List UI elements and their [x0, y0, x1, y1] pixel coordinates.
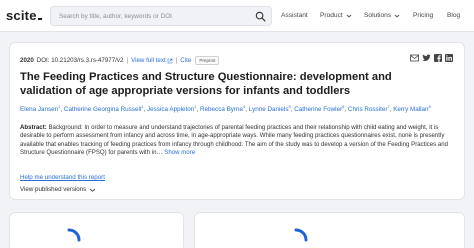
author-link[interactable]: Chris Rossiter7: [347, 104, 390, 114]
mail-icon[interactable]: [410, 54, 419, 62]
cite-link[interactable]: Cite: [180, 57, 191, 64]
external-link-icon: [167, 58, 172, 63]
article-title[interactable]: The Feeding Practices and Structure Ques…: [20, 70, 440, 98]
linkedin-icon[interactable]: [445, 54, 453, 62]
show-more-link[interactable]: Show more: [164, 149, 195, 156]
view-full-text-link[interactable]: View full text: [131, 57, 166, 64]
nav-assistant[interactable]: Assistant: [281, 12, 308, 19]
logo-text: scite: [6, 8, 37, 23]
loading-spinner-icon: [294, 228, 308, 242]
article-card: 2020 DOI: 10.21203/rs.3.rs-47977/v2 | Vi…: [9, 42, 465, 200]
author-link[interactable]: Rebecca Byrne4: [200, 104, 245, 114]
loading-spinner-icon: [67, 228, 81, 242]
article-meta-row: 2020 DOI: 10.21203/rs.3.rs-47977/v2 | Vi…: [20, 56, 220, 65]
author-link[interactable]: Elena Jansen1: [20, 104, 60, 114]
author-link[interactable]: Jessica Appleton1: [147, 104, 197, 114]
author-name: Chris Rossiter: [347, 106, 388, 114]
author-list: Elena Jansen1, Catherine Georgina Russel…: [20, 104, 460, 113]
article-doi: DOI: 10.21203/rs.3.rs-47977/v2: [36, 57, 124, 64]
view-published-versions-toggle[interactable]: View published versions: [20, 186, 96, 193]
affiliation-number: 8: [428, 104, 431, 109]
preprint-badge: Preprint: [195, 56, 220, 65]
search-input[interactable]: [59, 10, 249, 23]
chevron-down-icon: [346, 14, 352, 18]
abstract: Abstract: Background: In order to measur…: [20, 124, 460, 158]
logo-underscore-mark: [37, 18, 42, 20]
publication-year: 2020: [20, 57, 34, 64]
search-box[interactable]: [50, 6, 272, 26]
nav-solutions-label: Solutions: [364, 12, 392, 19]
nav-pricing-label: Pricing: [413, 12, 434, 19]
chevron-down-icon: [89, 188, 96, 192]
nav-solutions-menu[interactable]: Solutions: [364, 12, 400, 19]
twitter-icon[interactable]: [422, 54, 431, 62]
nav-product-menu[interactable]: Product: [320, 12, 352, 19]
nav-product-label: Product: [320, 12, 343, 19]
author-link[interactable]: Kerry Mallan8: [393, 104, 431, 114]
author-name: Kerry Mallan: [393, 106, 429, 114]
author-name: Jessica Appleton: [147, 106, 195, 114]
meta-separator: |: [126, 57, 129, 64]
loading-panel-left: [9, 212, 184, 248]
author-name: Catherine Georgina Russell: [63, 106, 142, 114]
author-name: Catherine Fowler: [294, 106, 343, 114]
nav-blog[interactable]: Blog: [447, 12, 460, 19]
view-published-versions-label: View published versions: [20, 186, 87, 193]
nav-assistant-label: Assistant: [281, 12, 308, 19]
author-name: Rebecca Byrne: [200, 106, 244, 114]
author-link[interactable]: Catherine Fowler6: [294, 104, 344, 114]
facebook-icon[interactable]: [434, 54, 442, 62]
meta-separator: |: [175, 57, 178, 64]
author-name: Elena Jansen: [20, 106, 59, 114]
help-understand-report-link[interactable]: Help me understand this report: [20, 174, 105, 181]
search-icon[interactable]: [255, 11, 266, 22]
scite-logo[interactable]: scite: [6, 8, 42, 23]
top-navigation-bar: scite Assistant Product Solutions Pricin…: [0, 0, 474, 32]
nav-pricing[interactable]: Pricing: [413, 12, 433, 19]
abstract-label: Abstract:: [20, 124, 47, 131]
loading-panel-right: [194, 212, 465, 248]
author-link[interactable]: Lynne Daniels5: [248, 104, 291, 114]
chevron-down-icon: [394, 14, 400, 18]
author-link[interactable]: Catherine Georgina Russell1: [63, 104, 144, 114]
abstract-text: Background: In order to measure and unde…: [20, 124, 449, 157]
share-icons: [410, 54, 453, 62]
author-name: Lynne Daniels: [248, 106, 289, 114]
